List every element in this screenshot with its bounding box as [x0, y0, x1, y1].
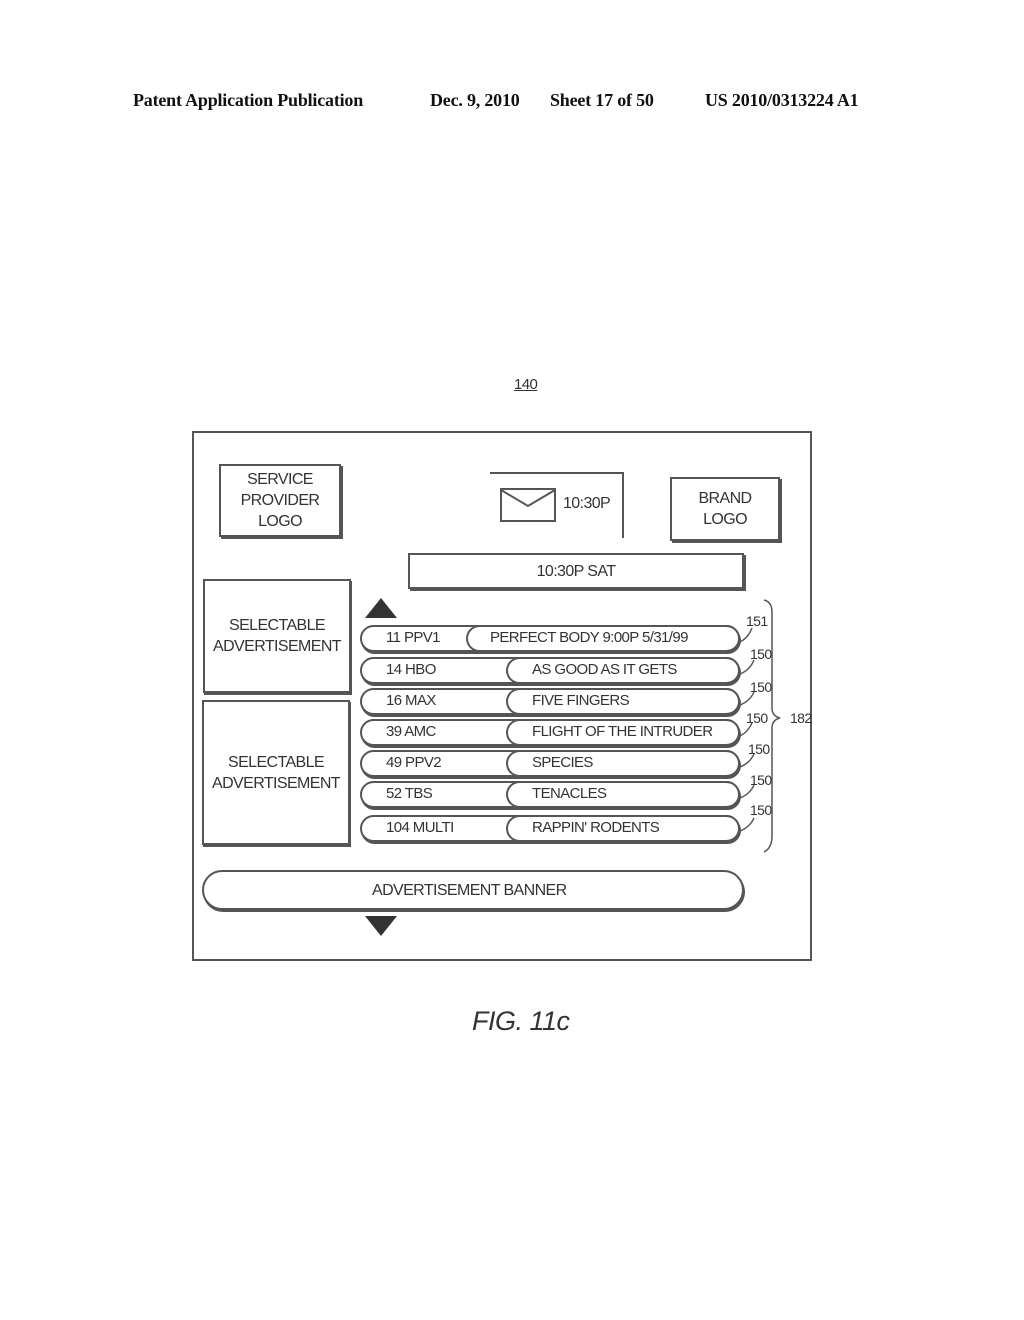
mail-time: 10:30P — [563, 495, 611, 512]
program-title: SPECIES — [532, 754, 593, 771]
selectable-advertisement[interactable]: SELECTABLE ADVERTISEMENT — [202, 700, 350, 845]
listing-row[interactable]: 52 TBS TENACLES — [360, 781, 740, 808]
program-title: RAPPIN' RODENTS — [532, 819, 660, 836]
channel-label: 104 MULTI — [386, 819, 454, 836]
figure-caption: FIG. 11c — [472, 1006, 570, 1036]
channel-label: 14 HBO — [386, 661, 436, 678]
banner-label: ADVERTISEMENT BANNER — [372, 882, 567, 899]
service-provider-logo: SERVICE PROVIDER LOGO — [219, 464, 341, 537]
figure-reference: 140 — [514, 376, 538, 393]
publication-label: Patent Application Publication — [133, 90, 364, 110]
program-title: PERFECT BODY 9:00P 5/31/99 — [490, 629, 688, 646]
epg-screen: SERVICE PROVIDER LOGO 10:30P BRAND LOGO … — [192, 431, 812, 961]
listing-row[interactable]: 14 HBO AS GOOD AS IT GETS — [360, 657, 740, 684]
logo-line: LOGO — [258, 513, 302, 530]
callout-leaders — [739, 599, 781, 853]
sheet-number: Sheet 17 of 50 — [550, 90, 654, 110]
program-cell: RAPPIN' RODENTS — [506, 815, 740, 842]
up-triangle-icon[interactable] — [364, 597, 398, 624]
program-title: FIVE FINGERS — [532, 692, 630, 709]
ad-label: ADVERTISEMENT — [212, 774, 341, 792]
envelope-icon[interactable] — [500, 488, 556, 527]
program-cell: AS GOOD AS IT GETS — [506, 657, 740, 684]
program-title: TENACLES — [532, 785, 607, 802]
logo-line: SERVICE — [247, 471, 313, 488]
advertisement-banner[interactable]: ADVERTISEMENT BANNER — [202, 870, 744, 910]
channel-label: 11 PPV1 — [386, 629, 441, 646]
program-cell: TENACLES — [506, 781, 740, 808]
channel-label: 49 PPV2 — [386, 754, 442, 771]
listing-row[interactable]: 49 PPV2 SPECIES — [360, 750, 740, 777]
ad-label: SELECTABLE — [228, 753, 325, 771]
listing-row[interactable]: 16 MAX FIVE FINGERS — [360, 688, 740, 715]
channel-label: 16 MAX — [386, 692, 436, 709]
listing-row[interactable]: 104 MULTI RAPPIN' RODENTS — [360, 815, 740, 842]
time-bar: 10:30P SAT — [408, 553, 744, 589]
logo-line: BRAND — [698, 490, 752, 507]
time-bar-label: 10:30P SAT — [536, 562, 616, 580]
listing-row[interactable]: 11 PPV1 PERFECT BODY 9:00P 5/31/99 — [360, 625, 740, 652]
program-title: FLIGHT OF THE INTRUDER — [532, 723, 713, 740]
ad-label: SELECTABLE — [229, 617, 326, 634]
channel-label: 52 TBS — [386, 785, 433, 802]
program-cell: FLIGHT OF THE INTRUDER — [506, 719, 740, 746]
publication-date: Dec. 9, 2010 — [430, 90, 520, 110]
selectable-advertisement[interactable]: SELECTABLE ADVERTISEMENT — [203, 579, 351, 693]
program-cell: PERFECT BODY 9:00P 5/31/99 — [466, 625, 740, 652]
listing-row[interactable]: 39 AMC FLIGHT OF THE INTRUDER — [360, 719, 740, 746]
channel-label: 39 AMC — [386, 723, 436, 740]
brand-logo: BRAND LOGO — [670, 477, 780, 541]
mail-time-panel: 10:30P — [490, 472, 624, 538]
logo-line: LOGO — [703, 511, 747, 528]
program-cell: SPECIES — [506, 750, 740, 777]
down-triangle-icon[interactable] — [364, 915, 398, 942]
program-title: AS GOOD AS IT GETS — [532, 661, 677, 678]
ad-label: ADVERTISEMENT — [213, 638, 342, 655]
patent-number: US 2010/0313224 A1 — [705, 90, 859, 110]
program-cell: FIVE FINGERS — [506, 688, 740, 715]
logo-line: PROVIDER — [240, 492, 320, 509]
